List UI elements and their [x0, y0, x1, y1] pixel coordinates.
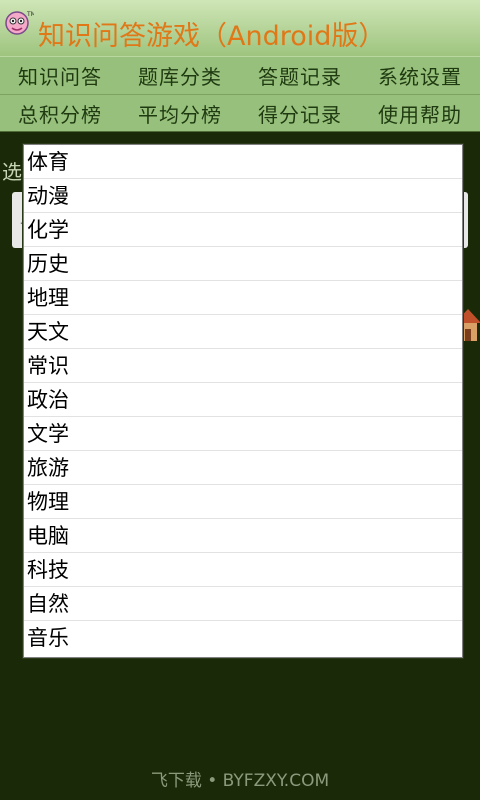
- title-bar: TM 知识问答游戏（Android版）: [0, 0, 480, 56]
- menu-item-settings[interactable]: 系统设置: [360, 57, 480, 94]
- menu-row-2: 总积分榜 平均分榜 得分记录 使用帮助: [0, 94, 480, 132]
- watermark: 飞下载 • BYFZXY.COM: [150, 771, 330, 791]
- category-option-music[interactable]: 音乐: [24, 621, 462, 655]
- category-option-common-sense[interactable]: 常识: [24, 349, 462, 383]
- menu-item-categories[interactable]: 题库分类: [120, 57, 240, 94]
- svg-text:TM: TM: [26, 11, 34, 18]
- menu-row-1: 知识问答 题库分类 答题记录 系统设置: [0, 57, 480, 94]
- menu-item-answer-records[interactable]: 答题记录: [240, 57, 360, 94]
- main-menu: 知识问答 题库分类 答题记录 系统设置 总积分榜 平均分榜 得分记录 使用帮助: [0, 56, 480, 132]
- category-option-sports[interactable]: 体育: [24, 145, 462, 179]
- category-option-technology[interactable]: 科技: [24, 553, 462, 587]
- app-title: 知识问答游戏（Android版）: [38, 21, 386, 52]
- category-option-chemistry[interactable]: 化学: [24, 213, 462, 247]
- category-select-label: 选: [2, 160, 22, 184]
- menu-item-average-leaderboard[interactable]: 平均分榜: [120, 95, 240, 132]
- category-option-politics[interactable]: 政治: [24, 383, 462, 417]
- category-option-physics[interactable]: 物理: [24, 485, 462, 519]
- category-option-literature[interactable]: 文学: [24, 417, 462, 451]
- menu-item-help[interactable]: 使用帮助: [360, 95, 480, 132]
- category-option-astronomy[interactable]: 天文: [24, 315, 462, 349]
- category-option-history[interactable]: 历史: [24, 247, 462, 281]
- menu-item-quiz[interactable]: 知识问答: [0, 57, 120, 94]
- menu-item-score-records[interactable]: 得分记录: [240, 95, 360, 132]
- category-option-computer[interactable]: 电脑: [24, 519, 462, 553]
- category-option-geography[interactable]: 地理: [24, 281, 462, 315]
- category-option-nature[interactable]: 自然: [24, 587, 462, 621]
- category-picker-dialog: 体育 动漫 化学 历史 地理 天文 常识 政治 文学 旅游 物理 电脑 科技 自…: [23, 144, 463, 658]
- menu-item-total-leaderboard[interactable]: 总积分榜: [0, 95, 120, 132]
- category-option-anime[interactable]: 动漫: [24, 179, 462, 213]
- category-option-travel[interactable]: 旅游: [24, 451, 462, 485]
- app-logo-icon: TM: [5, 11, 34, 35]
